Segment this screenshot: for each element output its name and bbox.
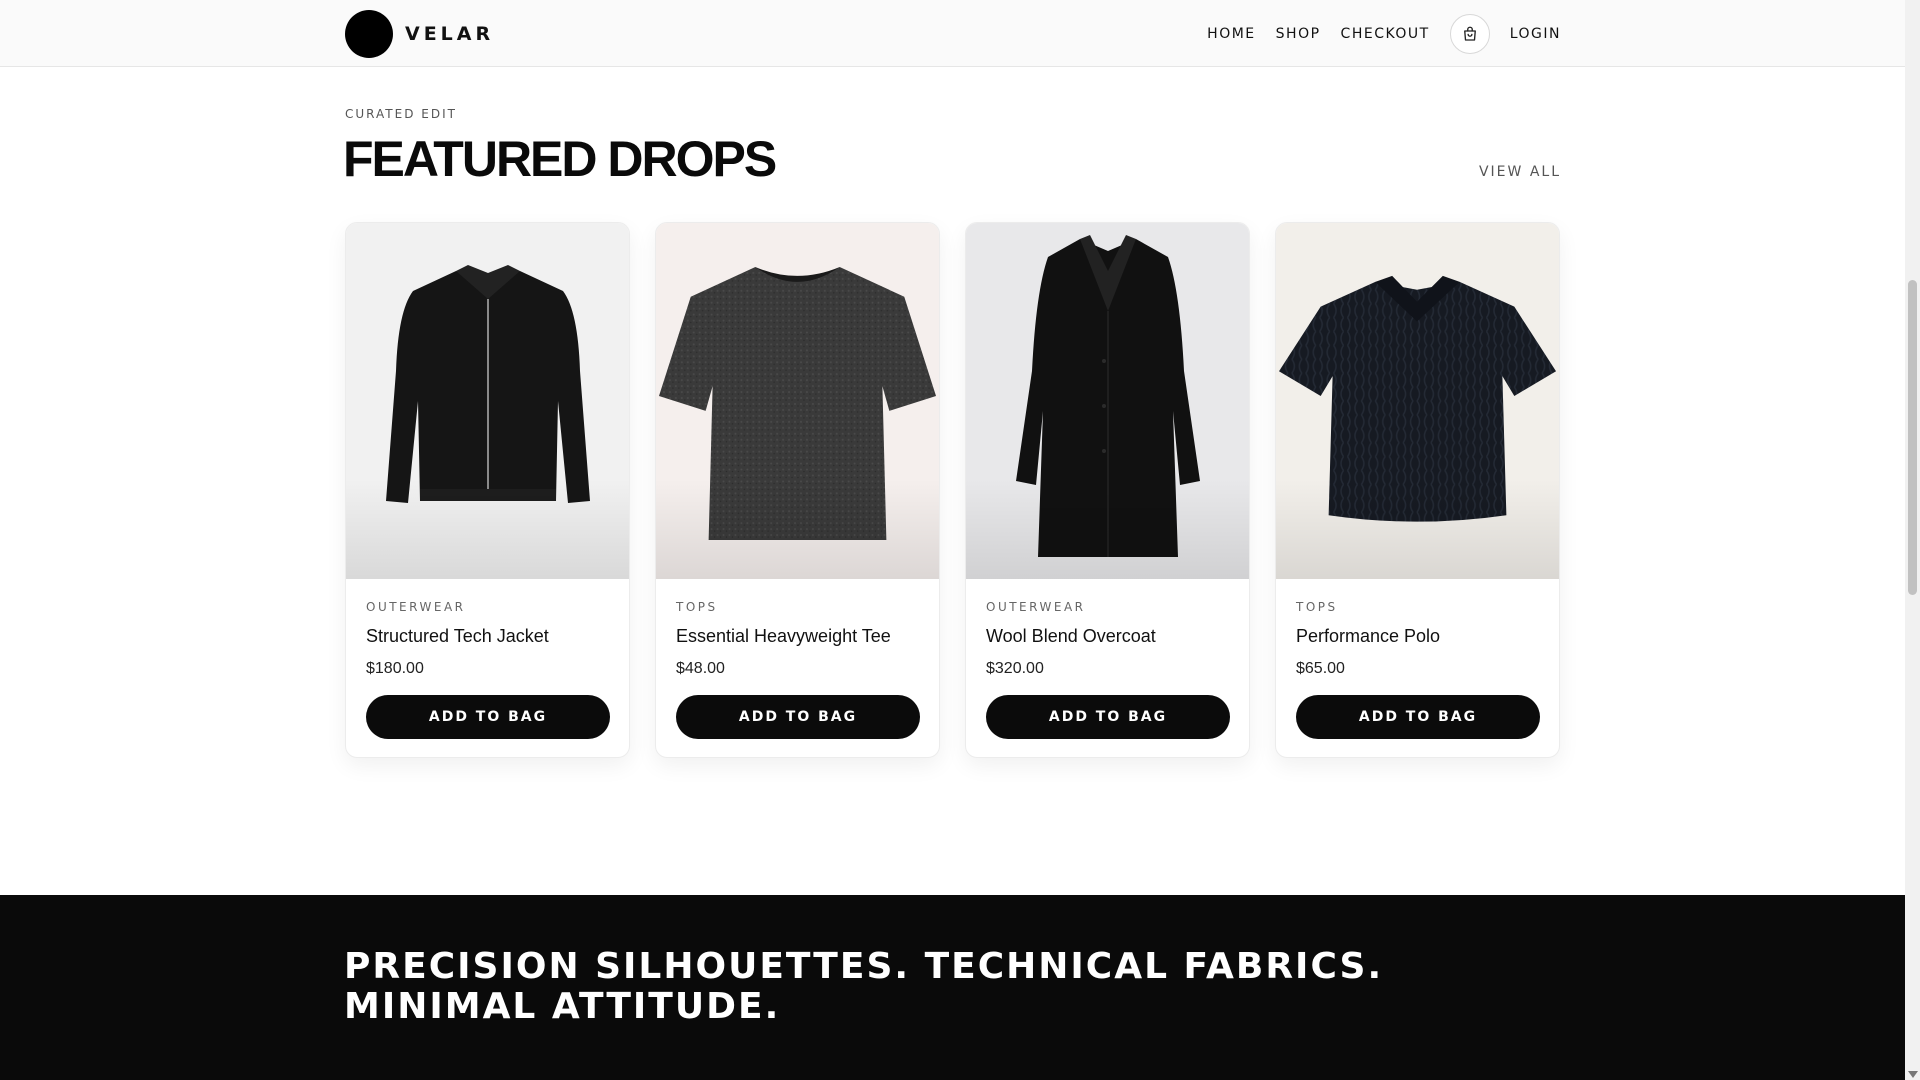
tshirt-image	[658, 266, 937, 541]
product-name[interactable]: Essential Heavyweight Tee	[676, 626, 919, 647]
product-category: OUTERWEAR	[986, 600, 1086, 614]
top-navbar: VELAR HOME SHOP CHECKOUT LOGIN	[0, 0, 1905, 67]
product-card[interactable]: OUTERWEAR Structured Tech Jacket $180.00…	[345, 222, 630, 758]
manifesto-text: PRECISION SILHOUETTES. TECHNICAL FABRICS…	[344, 946, 1384, 1027]
page: VELAR HOME SHOP CHECKOUT LOGIN CURATED E…	[0, 0, 1905, 1080]
nav-link-home[interactable]: HOME	[1207, 26, 1255, 42]
product-image[interactable]	[656, 223, 939, 579]
polo-image	[1278, 275, 1557, 522]
product-card[interactable]: TOPS Performance Polo $65.00 ADD TO BAG	[1275, 222, 1560, 758]
product-image[interactable]	[1276, 223, 1559, 579]
view-all-link[interactable]: VIEW ALL	[1479, 164, 1561, 180]
nav-link-shop[interactable]: SHOP	[1276, 26, 1321, 42]
nav-link-login[interactable]: LOGIN	[1510, 26, 1561, 42]
page-scrollbar[interactable]	[1905, 0, 1920, 1080]
add-to-bag-button[interactable]: ADD TO BAG	[366, 695, 610, 739]
product-info: OUTERWEAR Structured Tech Jacket $180.00…	[346, 579, 629, 739]
product-price: $180.00	[366, 660, 424, 677]
product-info: TOPS Performance Polo $65.00 ADD TO BAG	[1276, 579, 1559, 739]
manifesto-band: PRECISION SILHOUETTES. TECHNICAL FABRICS…	[0, 895, 1905, 1080]
section-title: FEATURED DROPS	[343, 131, 777, 187]
shopping-bag-icon	[1463, 26, 1476, 41]
cart-button[interactable]	[1449, 13, 1490, 54]
product-price: $65.00	[1296, 660, 1345, 677]
scrollbar-thumb[interactable]	[1908, 280, 1917, 595]
product-name[interactable]: Structured Tech Jacket	[366, 626, 609, 647]
product-category: TOPS	[1296, 600, 1338, 614]
overcoat-image	[1015, 235, 1200, 557]
product-category: OUTERWEAR	[366, 600, 466, 614]
logo-icon[interactable]	[345, 9, 393, 58]
scroll-down-arrow-icon[interactable]	[1908, 1071, 1918, 1078]
product-name[interactable]: Wool Blend Overcoat	[986, 626, 1229, 647]
add-to-bag-button[interactable]: ADD TO BAG	[1296, 695, 1540, 739]
product-info: TOPS Essential Heavyweight Tee $48.00 AD…	[656, 579, 939, 739]
nav-links: HOME SHOP CHECKOUT LOGIN	[1207, 13, 1561, 54]
product-grid: OUTERWEAR Structured Tech Jacket $180.00…	[345, 222, 1561, 758]
brand[interactable]: VELAR	[345, 9, 494, 58]
navbar-inner: VELAR HOME SHOP CHECKOUT LOGIN	[345, 0, 1561, 67]
nav-link-checkout[interactable]: CHECKOUT	[1341, 26, 1430, 42]
jacket-image	[385, 265, 590, 503]
add-to-bag-button[interactable]: ADD TO BAG	[676, 695, 920, 739]
product-card[interactable]: OUTERWEAR Wool Blend Overcoat $320.00 AD…	[965, 222, 1250, 758]
section-eyebrow: CURATED EDIT	[345, 107, 457, 121]
product-image[interactable]	[346, 223, 629, 579]
product-name[interactable]: Performance Polo	[1296, 626, 1539, 647]
product-category: TOPS	[676, 600, 718, 614]
brand-name[interactable]: VELAR	[405, 23, 494, 45]
product-price: $48.00	[676, 660, 725, 677]
product-info: OUTERWEAR Wool Blend Overcoat $320.00 AD…	[966, 579, 1249, 739]
add-to-bag-button[interactable]: ADD TO BAG	[986, 695, 1230, 739]
product-card[interactable]: TOPS Essential Heavyweight Tee $48.00 AD…	[655, 222, 940, 758]
product-price: $320.00	[986, 660, 1044, 677]
product-image[interactable]	[966, 223, 1249, 579]
